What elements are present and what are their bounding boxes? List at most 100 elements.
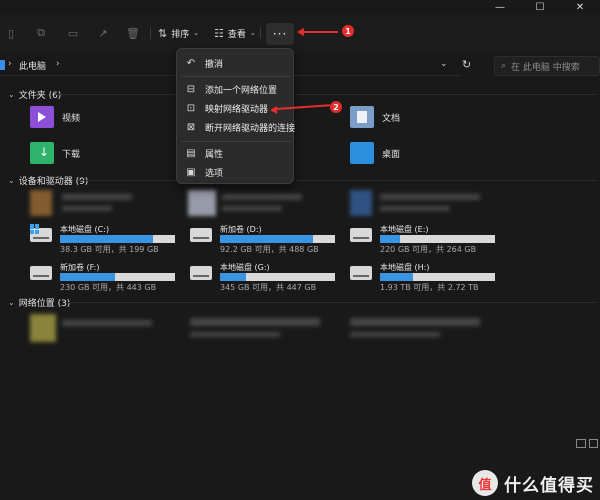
- network-section-label: 网络位置 (3): [18, 299, 71, 309]
- folder-label: 文档: [382, 113, 401, 124]
- drive-name: 本地磁盘 (G:): [220, 263, 270, 272]
- drive-item-d[interactable]: 新加卷 (D:) 92.2 GB 可用，共 488 GB: [190, 224, 340, 254]
- devices-section-header[interactable]: ⌄ 设备和驱动器 (9): [8, 174, 88, 187]
- menu-item-undo[interactable]: ↶ 撤消: [177, 53, 295, 73]
- address-bar: › 此电脑 › ⌄ ↻ ⌕ 在 此电脑 中搜索: [0, 56, 600, 78]
- network-section-header[interactable]: ⌄ 网络位置 (3): [8, 296, 70, 309]
- chevron-down-icon[interactable]: ⌄: [440, 59, 448, 69]
- video-folder-icon: [30, 106, 54, 128]
- view-button[interactable]: ☷ 查看 ⌄: [214, 25, 256, 41]
- menu-item-add-network-location[interactable]: ⊟ 添加一个网络位置: [177, 79, 295, 99]
- map-drive-icon: ⊡: [186, 102, 196, 114]
- copy-icon[interactable]: ⧉: [34, 26, 48, 40]
- folder-label: 视频: [62, 113, 81, 124]
- search-icon: ⌕: [501, 61, 507, 71]
- drive-usage-bar: [60, 235, 175, 243]
- chevron-down-icon: ⌄: [249, 29, 256, 37]
- sort-label: 排序: [171, 29, 190, 40]
- drive-usage-bar: [220, 273, 335, 281]
- drive-name: 新加卷 (D:): [220, 225, 262, 234]
- blurred-device-icon: [188, 190, 216, 216]
- drive-free-space: 38.3 GB 可用，共 199 GB: [60, 245, 159, 254]
- blurred-network-label: [190, 332, 280, 337]
- menu-divider: [181, 141, 291, 142]
- blurred-device-label: [62, 206, 112, 211]
- section-divider: [296, 180, 596, 181]
- chevron-down-icon: ⌄: [8, 90, 15, 99]
- watermark-text: 什么值得买: [504, 475, 594, 496]
- drive-usage-fill: [380, 235, 400, 243]
- section-divider: [78, 180, 176, 181]
- blurred-device-label: [222, 194, 302, 200]
- drive-usage-fill: [220, 273, 247, 281]
- see-more-button[interactable]: ···: [266, 23, 294, 45]
- menu-item-label: 属性: [205, 149, 224, 160]
- drive-usage-fill: [380, 273, 414, 281]
- drive-item-c[interactable]: 本地磁盘 (C:) 38.3 GB 可用，共 199 GB: [30, 224, 180, 254]
- menu-item-options[interactable]: ▣ 选项: [177, 162, 295, 182]
- watermark: 值 什么值得买: [472, 470, 594, 496]
- sort-button[interactable]: ⇅ 排序 ⌄: [158, 25, 199, 41]
- delete-icon[interactable]: 🗑: [126, 26, 140, 40]
- rename-icon[interactable]: ▭: [66, 26, 80, 40]
- drive-name: 本地磁盘 (C:): [60, 225, 110, 234]
- drive-item-h[interactable]: 本地磁盘 (H:) 1.93 TB 可用，共 2.72 TB: [350, 262, 500, 292]
- search-input[interactable]: ⌕ 在 此电脑 中搜索: [494, 56, 600, 76]
- details-view-icon[interactable]: [576, 439, 586, 448]
- drive-usage-bar: [380, 273, 495, 281]
- breadcrumb[interactable]: 此电脑: [19, 59, 46, 72]
- folder-item-desktop[interactable]: 桌面: [350, 142, 400, 164]
- refresh-icon[interactable]: ↻: [462, 58, 471, 71]
- folder-item-documents[interactable]: 文档: [350, 106, 400, 128]
- hard-drive-icon: [350, 228, 372, 242]
- folder-item-downloads[interactable]: ↓ 下载: [30, 142, 80, 164]
- view-label: 查看: [227, 29, 246, 40]
- chevron-down-icon: ⌄: [8, 298, 15, 307]
- drive-usage-fill: [60, 235, 154, 243]
- drive-name: 新加卷 (F:): [60, 263, 100, 272]
- view-icon: ☷: [214, 26, 224, 40]
- documents-folder-icon: [350, 106, 374, 128]
- share-icon[interactable]: ↗: [96, 26, 110, 40]
- network-location-icon: ⊟: [186, 83, 196, 95]
- drive-name: 本地磁盘 (H:): [380, 263, 430, 272]
- minimize-button[interactable]: —: [480, 0, 520, 14]
- chevron-down-icon: ⌄: [193, 29, 200, 37]
- blurred-network-icon: [30, 314, 56, 342]
- menu-item-label: 断开网络驱动器的连接: [205, 123, 296, 134]
- drive-item-e[interactable]: 本地磁盘 (E:) 220 GB 可用，共 264 GB: [350, 224, 500, 254]
- section-divider: [56, 94, 176, 95]
- annotation-arrowhead-2: [270, 106, 277, 114]
- menu-item-label: 映射网络驱动器: [205, 104, 269, 115]
- menu-item-properties[interactable]: ▤ 属性: [177, 143, 295, 163]
- computer-icon: [0, 60, 5, 70]
- disconnect-drive-icon: ⊠: [186, 121, 196, 133]
- chevron-right-icon: ›: [56, 59, 60, 69]
- blurred-device-icon: [30, 190, 52, 216]
- blurred-device-label: [62, 194, 132, 200]
- blurred-device-label: [380, 206, 450, 211]
- options-icon: ▣: [186, 166, 196, 178]
- watermark-logo: 值: [472, 470, 498, 496]
- annotation-arrow-1: [302, 31, 338, 33]
- drive-usage-fill: [60, 273, 116, 281]
- toolbar-divider: [260, 27, 261, 39]
- drive-usage-fill: [220, 235, 314, 243]
- menu-item-label: 撤消: [205, 59, 224, 70]
- menu-divider: [181, 76, 291, 77]
- section-divider: [66, 302, 596, 303]
- tiles-view-icon[interactable]: [589, 439, 598, 448]
- menu-item-label: 添加一个网络位置: [205, 85, 278, 96]
- drive-item-f[interactable]: 新加卷 (F:) 230 GB 可用，共 443 GB: [30, 262, 180, 292]
- menu-item-disconnect-network-drive[interactable]: ⊠ 断开网络驱动器的连接: [177, 117, 295, 137]
- drive-item-g[interactable]: 本地磁盘 (G:) 345 GB 可用，共 447 GB: [190, 262, 340, 292]
- hard-drive-icon: [190, 228, 212, 242]
- blurred-network-label: [350, 332, 440, 337]
- maximize-button[interactable]: ☐: [520, 0, 560, 14]
- cut-icon[interactable]: ▯: [4, 26, 18, 40]
- drive-free-space: 92.2 GB 可用，共 488 GB: [220, 245, 319, 254]
- folder-item-videos[interactable]: 视频: [30, 106, 80, 128]
- close-button[interactable]: ✕: [560, 0, 600, 14]
- drive-free-space: 220 GB 可用，共 264 GB: [380, 245, 477, 254]
- folders-section-header[interactable]: ⌄ 文件夹 (6): [8, 88, 61, 101]
